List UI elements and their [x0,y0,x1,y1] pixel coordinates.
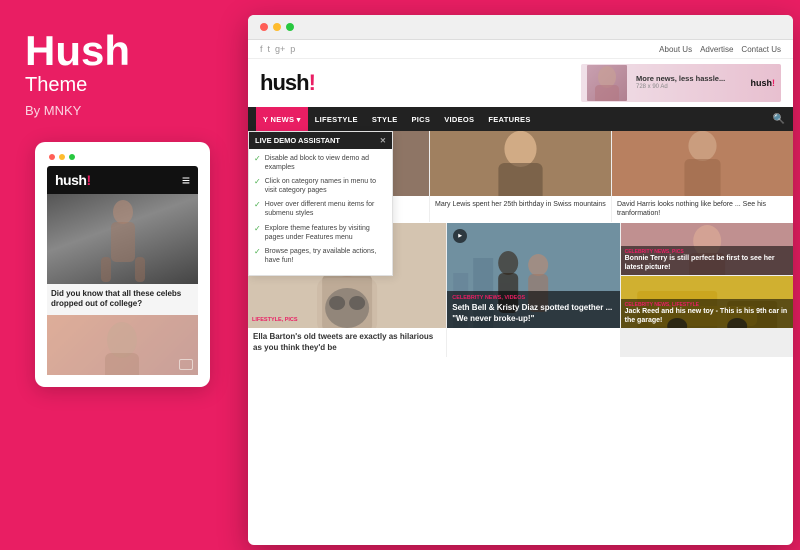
article-card-2[interactable]: Mary Lewis spent her 25th birthday in Sw… [430,131,611,222]
browser-content: f t g+ p About Us Advertise Contact Us h… [248,40,793,540]
demo-item-5: ✓ Browse pages, try available actions, h… [254,247,387,265]
article-image-2 [430,131,611,196]
demo-items-list: ✓ Disable ad block to view demo ad examp… [249,149,392,275]
check-icon-1: ✓ [254,154,261,172]
mobile-dot-green [69,154,75,160]
contact-link[interactable]: Contact Us [741,45,781,54]
mobile-hero-img [47,194,198,284]
article-caption-2: Mary Lewis spent her 25th birthday in Sw… [430,196,611,213]
demo-item-4: ✓ Explore theme features by visiting pag… [254,224,387,242]
left-panel: Hush Theme By MNKY hush! ≡ [0,0,245,550]
demo-item-text-2: Click on category names in menu to visit… [265,177,387,195]
demo-item-2: ✓ Click on category names in menu to vis… [254,177,387,195]
ad-text: More news, less hassle... [631,74,747,84]
brand-title: Hush [25,30,220,72]
article-caption-3: David Harris looks nothing like before .… [612,196,793,222]
topbar-links: About Us Advertise Contact Us [659,45,781,54]
demo-close-icon[interactable]: ✕ [380,136,386,145]
mobile-window-controls [47,154,198,160]
demo-item-text-3: Hover over different menu items for subm… [265,200,387,218]
nav-item-style[interactable]: STYLE [365,107,405,131]
demo-item-text-4: Explore theme features by visiting pages… [265,224,387,242]
jack-title: Jack Reed and his new toy - This is his … [625,308,789,325]
mobile-logo: hush! [55,172,91,188]
seth-tag: CELEBRITY NEWS, VIDEOS [452,295,614,301]
browser-dot-red [260,23,268,31]
mobile-secondary-image [47,315,198,375]
site-logo-mark: ! [309,70,315,95]
ad-silhouette [587,65,627,101]
article-big-image-2: ▶ [447,223,619,328]
browser-chrome [248,15,793,40]
right-stack: CELEBRITY NEWS, PICS Bonnie Terry is sti… [621,223,793,357]
nav-item-videos[interactable]: VIDEOS [437,107,481,131]
article-caption-ella: Ella Barton's old tweets are exactly as … [248,328,446,357]
site-navigation: Y NEWS ▾ LIFESTYLE STYLE PICS VIDEOS FEA… [248,107,793,131]
mobile-logo-mark: ! [86,172,90,188]
demo-overlay: LIVE DEMO ASSISTANT ✕ ✓ Disable ad block… [248,131,393,276]
bonnie-title: Bonnie Terry is still perfect be first t… [625,255,789,272]
demo-item-text-5: Browse pages, try available actions, hav… [265,247,387,265]
browser-mockup: f t g+ p About Us Advertise Contact Us h… [248,15,793,545]
article-big-2[interactable]: ▶ [447,223,619,357]
ad-logo-mark: ! [772,78,775,88]
ad-logo: hush! [751,78,776,88]
demo-item-3: ✓ Hover over different menu items for su… [254,200,387,218]
main-content: LIVE DEMO ASSISTANT ✕ ✓ Disable ad block… [248,131,793,357]
site-topbar: f t g+ p About Us Advertise Contact Us [248,40,793,59]
check-icon-3: ✓ [254,200,261,218]
check-icon-5: ✓ [254,247,261,265]
site-logo: hush! [260,70,315,96]
mobile-dot-red [49,154,55,160]
ad-size: 728 x 90 Ad [631,84,747,92]
video-icon: ▶ [458,233,462,239]
browser-dot-yellow [273,23,281,31]
hamburger-icon: ≡ [182,172,190,188]
demo-item-1: ✓ Disable ad block to view demo ad examp… [254,154,387,172]
check-icon-2: ✓ [254,177,261,195]
david-image [612,131,793,196]
pinterest-icon: p [290,44,295,54]
browser-dot-green [286,23,294,31]
article-jack[interactable]: CELEBRITY NEWS, LIFESTYLE Jack Reed and … [621,276,793,328]
nav-item-y-news[interactable]: Y NEWS ▾ [256,107,308,131]
mobile-article-text: Did you know that all these celebs dropp… [47,284,198,315]
mobile-mockup: hush! ≡ Did you know that all these cele… [35,142,210,387]
demo-item-text-1: Disable ad block to view demo ad example… [265,154,387,172]
header-advertisement: More news, less hassle... 728 x 90 Ad hu… [581,64,781,102]
site-header: hush! More news, less hassle... 728 x 90… [248,59,793,107]
hero-silhouette [93,197,153,282]
ad-image [587,65,627,101]
googleplus-icon: g+ [275,44,285,54]
demo-title: LIVE DEMO ASSISTANT [255,136,340,145]
article-bonnie[interactable]: CELEBRITY NEWS, PICS Bonnie Terry is sti… [621,223,793,275]
mobile-dot-yellow [59,154,65,160]
social-icons: f t g+ p [260,44,295,54]
seth-title: Seth Bell & Kristy Diaz spotted together… [452,303,614,324]
about-link[interactable]: About Us [659,45,692,54]
brand-subtitle: Theme [25,74,220,97]
mobile-nav: hush! ≡ [47,166,198,194]
nav-item-pics[interactable]: PICS [405,107,438,131]
article-card-3[interactable]: David Harris looks nothing like before .… [612,131,793,222]
twitter-icon: t [268,44,271,54]
mary-image [430,131,611,196]
search-icon[interactable]: 🔍 [773,114,785,125]
demo-header: LIVE DEMO ASSISTANT ✕ [249,132,392,149]
nav-item-features[interactable]: FEATURES [481,107,537,131]
article-image-3 [612,131,793,196]
check-icon-4: ✓ [254,224,261,242]
advertise-link[interactable]: Advertise [700,45,733,54]
facebook-icon: f [260,44,263,54]
nav-item-lifestyle[interactable]: LIFESTYLE [308,107,365,131]
brand-by: By MNKY [25,103,220,118]
ella-tag: LIFESTYLE, PICS [252,317,442,323]
mobile-secondary-silhouette [47,315,198,375]
mobile-hero-image [47,194,198,284]
